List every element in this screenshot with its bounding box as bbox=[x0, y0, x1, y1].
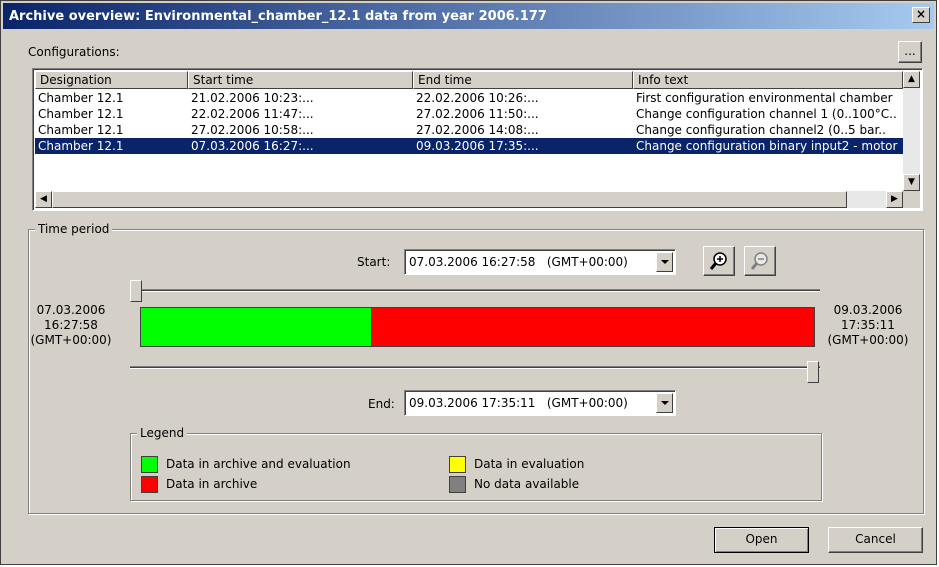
table-row[interactable]: Chamber 12.1 22.02.2006 11:47:... 27.02.20… bbox=[35, 106, 903, 122]
end-dropdown-button[interactable] bbox=[656, 393, 673, 413]
cancel-button[interactable]: Cancel bbox=[828, 527, 923, 553]
column-designation[interactable]: Designation bbox=[35, 71, 188, 89]
zoom-in-icon bbox=[709, 252, 727, 270]
end-slider-track bbox=[130, 366, 820, 369]
arrow-left-icon: ◀ bbox=[40, 194, 47, 204]
scroll-corner bbox=[903, 191, 920, 208]
table-cell-info: Change configuration channel2 (0..5 bar.… bbox=[636, 123, 886, 137]
data-coverage-bar bbox=[140, 307, 815, 347]
arrow-right-icon: ▶ bbox=[891, 194, 898, 204]
legend-label: Legend bbox=[137, 426, 188, 440]
end-time-combo[interactable]: 09.03.2006 17:35:11 (GMT+00:00) bbox=[404, 390, 676, 416]
legend-label-archive-and-evaluation: Data in archive and evaluation bbox=[166, 457, 351, 471]
horizontal-scrollbar[interactable]: ◀ ▶ bbox=[35, 191, 903, 208]
table-cell-info: First configuration environmental chambe… bbox=[636, 91, 893, 105]
table-cell-start: 27.02.2006 10:58:... bbox=[191, 123, 314, 137]
more-button[interactable]: ... bbox=[898, 41, 922, 63]
table-cell-end: 22.02.2006 10:26:... bbox=[416, 91, 539, 105]
start-time-value: 07.03.2006 16:27:58 (GMT+00:00) bbox=[409, 255, 628, 269]
table-cell-designation: Chamber 12.1 bbox=[38, 139, 124, 153]
legend-swatch-evaluation bbox=[449, 456, 466, 473]
start-label: Start: bbox=[357, 255, 391, 269]
table-row[interactable]: Chamber 12.1 07.03.2006 16:27:... 09.03.20… bbox=[35, 138, 903, 154]
left-date: 07.03.2006 bbox=[36, 303, 106, 317]
right-date: 09.03.2006 bbox=[833, 303, 903, 317]
table-cell-start: 21.02.2006 10:23:... bbox=[191, 91, 314, 105]
table-row[interactable]: Chamber 12.1 21.02.2006 10:23:... 22.02.20… bbox=[35, 90, 903, 106]
window-title: Archive overview: Environmental_chamber_… bbox=[9, 8, 547, 24]
scroll-up-button[interactable]: ▲ bbox=[903, 71, 920, 88]
column-end-time[interactable]: End time bbox=[413, 71, 633, 89]
table-cell-start: 22.02.2006 11:47:... bbox=[191, 107, 314, 121]
start-dropdown-button[interactable] bbox=[656, 252, 673, 272]
arrow-up-icon: ▲ bbox=[908, 74, 915, 84]
right-timezone: (GMT+00:00) bbox=[827, 333, 909, 347]
column-start-time[interactable]: Start time bbox=[188, 71, 413, 89]
table-cell-info: Change configuration binary input2 - mot… bbox=[636, 139, 898, 153]
configurations-list[interactable]: Designation Start time End time Info tex… bbox=[32, 68, 923, 211]
end-label: End: bbox=[368, 397, 395, 411]
close-icon: × bbox=[915, 7, 927, 21]
table-cell-end: 09.03.2006 17:35:... bbox=[416, 139, 539, 153]
legend-label-no-data: No data available bbox=[474, 477, 580, 491]
configurations-label: Configurations: bbox=[28, 45, 120, 59]
list-header: Designation Start time End time Info tex… bbox=[35, 71, 903, 89]
table-cell-end: 27.02.2006 14:08:... bbox=[416, 123, 539, 137]
table-cell-designation: Chamber 12.1 bbox=[38, 91, 124, 105]
title-bar[interactable]: Archive overview: Environmental_chamber_… bbox=[3, 3, 934, 29]
scroll-left-button[interactable]: ◀ bbox=[35, 191, 52, 208]
zoom-in-button[interactable] bbox=[703, 246, 735, 276]
vertical-scrollbar[interactable]: ▲ ▼ bbox=[903, 71, 920, 191]
legend-swatch-archive-and-evaluation bbox=[141, 456, 158, 473]
zoom-out-icon bbox=[750, 252, 768, 270]
end-slider-thumb[interactable] bbox=[807, 361, 819, 383]
right-time: 17:35:11 bbox=[841, 318, 895, 332]
left-time-label: 07.03.2006 16:27:58 (GMT+00:00) bbox=[21, 303, 121, 348]
time-period-label: Time period bbox=[35, 222, 113, 236]
zoom-out-button[interactable] bbox=[744, 246, 776, 276]
column-info-text[interactable]: Info text bbox=[633, 71, 903, 89]
arrow-down-icon: ▼ bbox=[908, 177, 915, 187]
open-button[interactable]: Open bbox=[714, 527, 809, 553]
coverage-segment-archive-and-evaluation bbox=[141, 308, 372, 346]
legend-label-archive: Data in archive bbox=[166, 477, 258, 491]
close-button[interactable]: × bbox=[912, 7, 930, 23]
start-slider-thumb[interactable] bbox=[130, 280, 142, 302]
coverage-segment-archive bbox=[371, 308, 814, 346]
legend-swatch-archive bbox=[141, 476, 158, 493]
end-time-value: 09.03.2006 17:35:11 (GMT+00:00) bbox=[409, 396, 628, 410]
scroll-down-button[interactable]: ▼ bbox=[903, 174, 920, 191]
table-cell-designation: Chamber 12.1 bbox=[38, 123, 124, 137]
archive-overview-dialog: Archive overview: Environmental_chamber_… bbox=[0, 0, 937, 565]
start-slider-track bbox=[130, 289, 820, 292]
legend-swatch-no-data bbox=[449, 476, 466, 493]
table-cell-info: Change configuration channel 1 (0..100°C… bbox=[636, 107, 897, 121]
table-cell-designation: Chamber 12.1 bbox=[38, 107, 124, 121]
table-cell-start: 07.03.2006 16:27:... bbox=[191, 139, 314, 153]
right-time-label: 09.03.2006 17:35:11 (GMT+00:00) bbox=[818, 303, 918, 348]
start-time-combo[interactable]: 07.03.2006 16:27:58 (GMT+00:00) bbox=[404, 249, 676, 275]
left-timezone: (GMT+00:00) bbox=[30, 333, 112, 347]
scroll-right-button[interactable]: ▶ bbox=[886, 191, 903, 208]
table-row[interactable]: Chamber 12.1 27.02.2006 10:58:... 27.02.20… bbox=[35, 122, 903, 138]
left-time: 16:27:58 bbox=[44, 318, 98, 332]
legend-label-evaluation: Data in evaluation bbox=[474, 457, 585, 471]
horizontal-scroll-thumb[interactable] bbox=[52, 191, 847, 208]
table-cell-end: 27.02.2006 11:50:... bbox=[416, 107, 539, 121]
